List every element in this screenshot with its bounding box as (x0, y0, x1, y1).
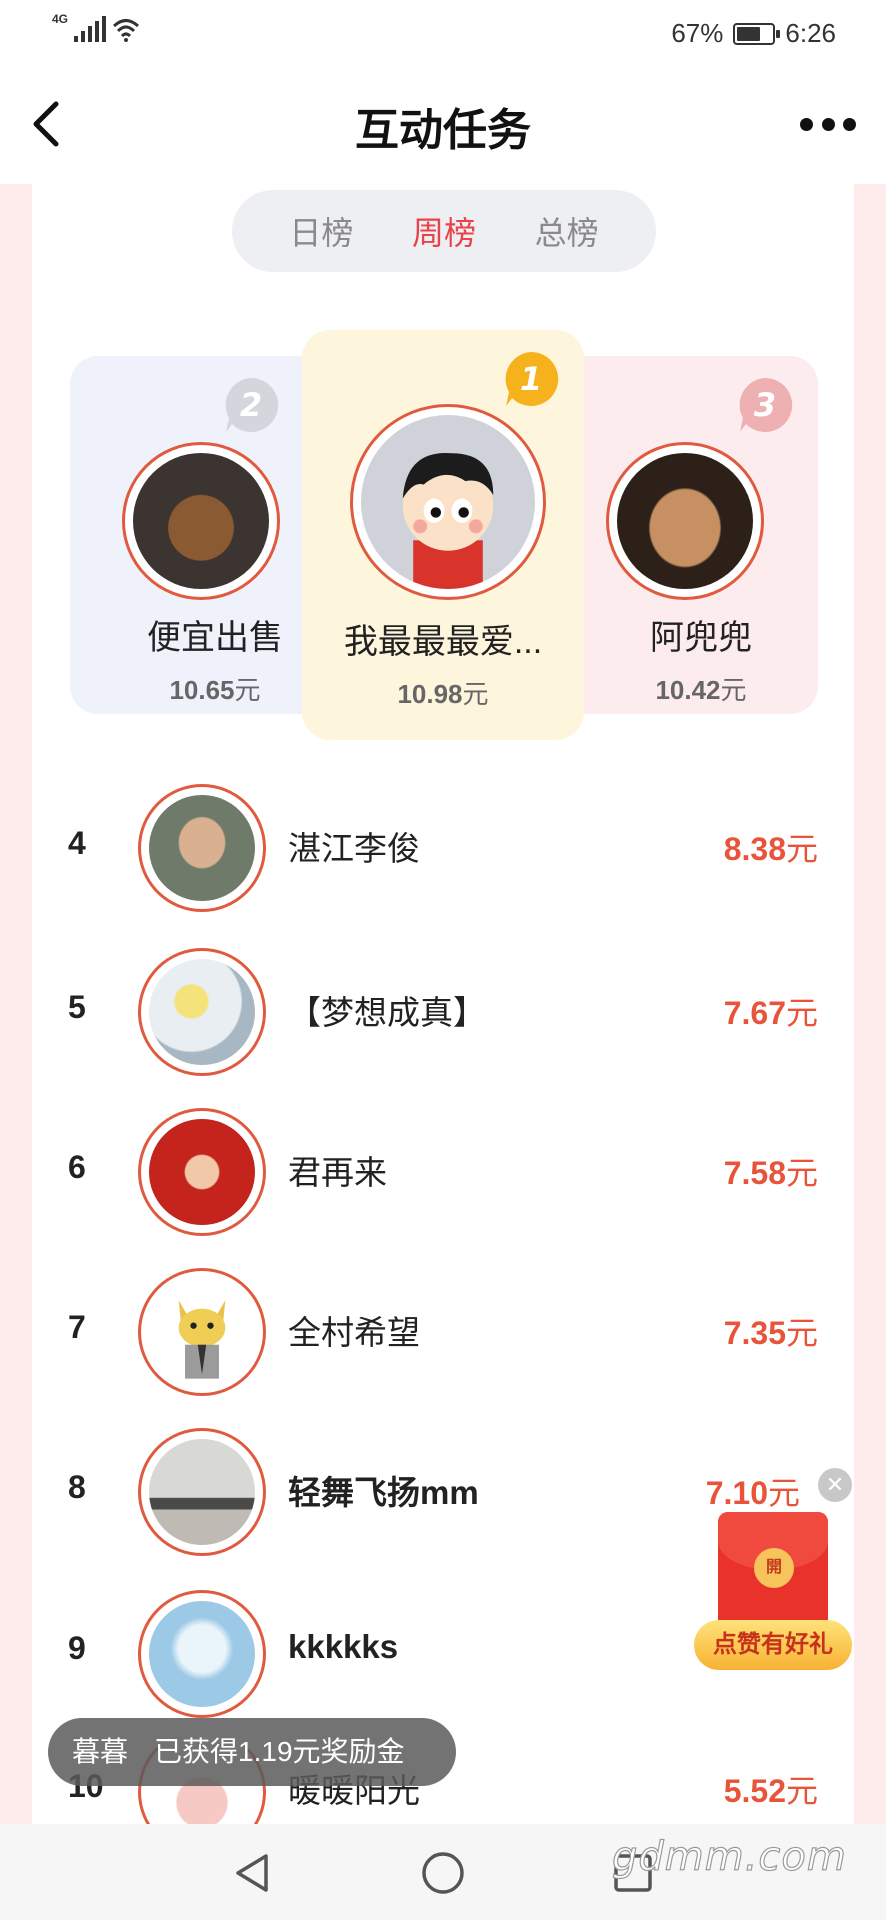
ranking-row[interactable]: 6 君再来 7.58元 (32, 1100, 854, 1260)
user-name: kkkkks (288, 1628, 399, 1665)
user-amount: 5.52元 (724, 1766, 818, 1812)
user-avatar[interactable] (138, 1268, 266, 1396)
podium-amount-rank-1: 10.98元 (302, 674, 584, 711)
amount-value: 7.35 (723, 1315, 786, 1351)
battery-icon (733, 22, 781, 45)
red-packet-label[interactable]: 点赞有好礼 (694, 1620, 852, 1670)
network-type: 4G (52, 12, 69, 26)
red-packet-coin-icon: 開 (754, 1548, 794, 1588)
user-amount: 8.38元 (724, 824, 818, 870)
status-right: 67% 6:26 (671, 18, 836, 49)
user-amount: 7.10元 (706, 1468, 800, 1514)
rank-number: 5 (68, 989, 86, 1025)
rank-number: 7 (68, 1309, 86, 1345)
podium-amount-unit: 元 (720, 675, 747, 705)
status-left: 4G (52, 12, 140, 42)
clock: 6:26 (785, 18, 836, 48)
user-avatar[interactable] (138, 1108, 266, 1236)
podium-amount-unit: 元 (462, 679, 489, 709)
rank-1-badge-icon: 1 (505, 351, 559, 406)
amount-value: 7.58 (723, 1155, 786, 1191)
watermark-text: gdmm.com (611, 1833, 847, 1880)
user-name: 全村希望 (288, 1314, 420, 1351)
podium-name-rank-3: 阿兜兜 (650, 619, 752, 657)
nav-back-icon[interactable] (230, 1850, 276, 1896)
tab-weekly[interactable]: 周榜 (412, 208, 476, 254)
user-name: 轻舞飞扬mm (288, 1474, 479, 1511)
amount-value: 5.52 (723, 1773, 786, 1809)
podium-name-rank-1: 我最最最爱... (343, 623, 543, 661)
user-amount: 7.58元 (724, 1148, 818, 1194)
user-avatar[interactable] (138, 948, 266, 1076)
tab-total[interactable]: 总榜 (535, 208, 599, 254)
rank-number: 4 (68, 825, 86, 861)
rank-3-number: 3 (754, 386, 776, 424)
close-icon[interactable]: ✕ (818, 1468, 852, 1502)
app-header: 互动任务 (0, 64, 886, 184)
podium-amount-value: 10.65 (169, 675, 235, 705)
ranking-row[interactable]: 4 湛江李俊 8.38元 (32, 780, 854, 940)
ranking-row[interactable]: 5 【梦想成真】 7.67元 (32, 940, 854, 1100)
amount-unit: 元 (785, 995, 818, 1031)
ranking-period-tabs: 日榜 周榜 总榜 (232, 190, 656, 272)
cartoon-dog-avatar-icon (178, 1300, 226, 1379)
toast-user: 暮暮 (72, 1736, 129, 1767)
user-avatar[interactable] (138, 784, 266, 912)
reward-toast: 暮暮 已获得1.19元奖励金 (48, 1718, 456, 1786)
amount-unit: 元 (785, 1773, 818, 1809)
amount-unit: 元 (785, 831, 818, 867)
user-name: 湛江李俊 (288, 830, 420, 867)
podium-amount-unit: 元 (234, 675, 261, 705)
signal-icon (74, 16, 107, 42)
avatar-rank-3[interactable] (606, 442, 764, 600)
rank-2-badge-icon: 2 (225, 377, 279, 432)
rank-1-number: 1 (520, 360, 542, 398)
avatar-rank-1[interactable] (350, 404, 546, 600)
podium-amount-value: 10.42 (655, 675, 721, 705)
user-avatar[interactable] (138, 1590, 266, 1718)
more-options-icon[interactable] (800, 106, 856, 142)
user-amount: 7.35元 (724, 1308, 818, 1354)
user-avatar[interactable] (138, 1428, 266, 1556)
amount-unit: 元 (767, 1475, 800, 1511)
user-name: 【梦想成真】 (288, 994, 486, 1031)
ranking-row[interactable]: 7 全村希望 7.35元 (32, 1260, 854, 1420)
rank-number: 6 (68, 1149, 86, 1185)
user-name: 君再来 (288, 1154, 387, 1191)
amount-value: 7.10 (705, 1475, 768, 1511)
rank-number: 9 (68, 1630, 86, 1666)
battery-percent: 67% (671, 18, 724, 48)
avatar-rank-2[interactable] (122, 442, 280, 600)
podium-amount-rank-3: 10.42元 (560, 670, 842, 707)
rank-3-badge-icon: 3 (739, 377, 793, 432)
rank-2-number: 2 (240, 386, 262, 424)
battery-fill (737, 26, 761, 41)
status-bar: 4G 67% 6:26 (0, 0, 886, 64)
amount-value: 7.67 (723, 995, 786, 1031)
podium-amount-value: 10.98 (397, 679, 463, 709)
cartoon-boy-avatar-icon (402, 453, 494, 589)
nav-home-icon[interactable] (420, 1850, 466, 1896)
amount-value: 8.38 (723, 831, 786, 867)
wifi-icon (113, 19, 140, 42)
amount-unit: 元 (785, 1155, 818, 1191)
page-title: 互动任务 (355, 106, 531, 155)
amount-unit: 元 (785, 1315, 818, 1351)
red-packet-button[interactable]: 開 (718, 1512, 828, 1632)
rank-number: 8 (68, 1469, 86, 1505)
user-amount: 7.67元 (724, 988, 818, 1034)
toast-message: 已获得1.19元奖励金 (154, 1736, 405, 1767)
tab-daily[interactable]: 日榜 (289, 208, 353, 254)
